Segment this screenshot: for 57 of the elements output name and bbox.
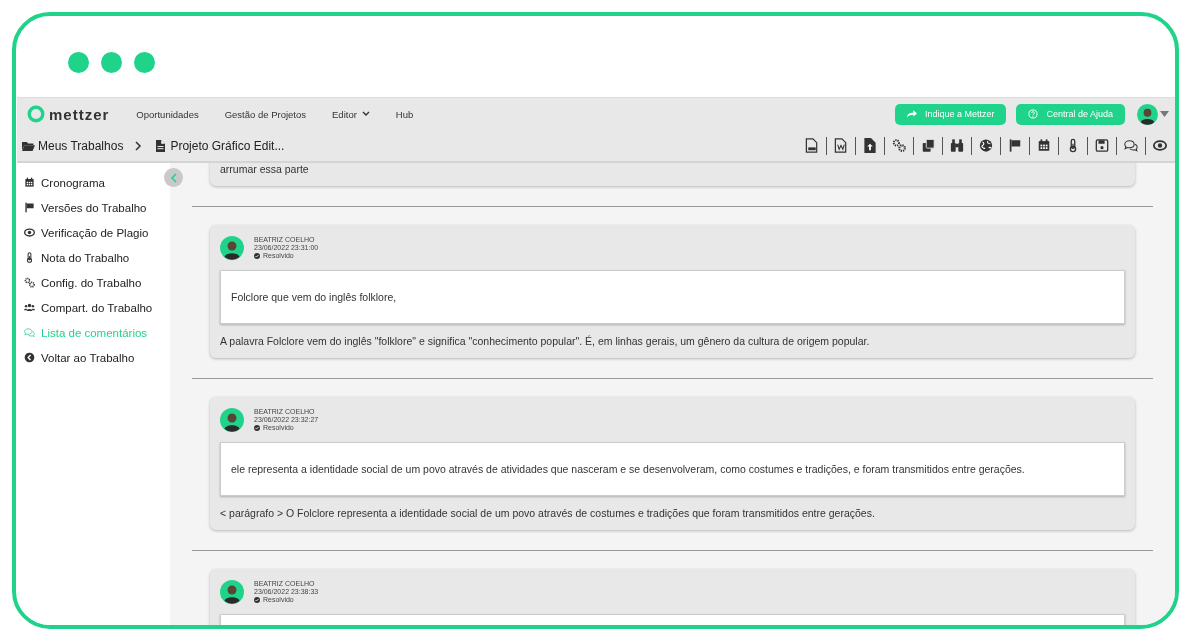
chevron-right-icon — [135, 140, 143, 151]
sidebar-item[interactable]: Cronograma — [24, 170, 105, 195]
sidebar-item[interactable]: Config. do Trabalho — [24, 270, 142, 295]
nav-link[interactable]: Hub — [395, 108, 414, 120]
sidebar-item[interactable]: Voltar ao Trabalho — [24, 345, 135, 370]
brand-name[interactable]: mettzer — [49, 105, 110, 123]
binoculars-icon[interactable] — [950, 138, 964, 153]
sidebar-item[interactable]: Verificação de Plagio — [24, 220, 149, 245]
breadcrumb-link[interactable]: Meus Trabalhos — [22, 138, 124, 153]
check-circle-icon — [254, 597, 260, 603]
sidebar-item[interactable]: Compart. do Trabalho — [24, 295, 153, 320]
caret-down-icon[interactable] — [1160, 111, 1169, 117]
comments-icon — [24, 327, 35, 338]
globe-icon[interactable] — [979, 138, 993, 153]
file-icon — [154, 139, 168, 152]
window-dot[interactable] — [68, 52, 89, 73]
eye-icon[interactable] — [1153, 138, 1167, 153]
back-icon — [24, 352, 35, 363]
check-circle-icon — [254, 253, 260, 259]
users-icon — [24, 302, 35, 313]
comment-text: A palavra Folclore vem do inglês "folklore" e significa "conhecimento popular". É, em linhas gerais, um gênero da cultura de origem popular. — [220, 335, 871, 348]
check-circle-icon — [254, 425, 260, 431]
gears-icon[interactable] — [892, 138, 906, 153]
pdf-file-icon[interactable] — [805, 138, 819, 153]
author-avatar — [220, 408, 244, 432]
window-dot[interactable] — [101, 52, 122, 73]
quoted-text-box: ele representa a identidade social de um povo através de atividades que nasceram e se desenvolveram, como costumes e tradições, e foram transmitidos entre gerações. — [220, 442, 1125, 496]
copy-icon[interactable] — [921, 138, 935, 153]
calendar-icon — [24, 177, 35, 188]
thermometer-icon — [24, 252, 35, 263]
eye-icon — [24, 227, 35, 238]
sidebar-item[interactable]: Versões do Trabalho — [24, 195, 147, 220]
save-icon[interactable] — [1095, 138, 1109, 153]
nav-link[interactable]: Editor — [332, 108, 370, 120]
comment-text: arrumar essa parte — [220, 163, 310, 176]
breadcrumb-link[interactable]: Projeto Gráfico Edit... — [154, 138, 285, 153]
gears-icon — [24, 277, 35, 288]
quoted-text-box: Folclore que vem do inglês folklore, — [220, 270, 1125, 324]
word-file-icon[interactable] — [834, 138, 848, 153]
nav-link[interactable]: Gestão de Projetos — [224, 108, 306, 120]
comment-text: < parágrafo > O Folclore representa a identidade social de um povo através de costumes e tradições que foram transmitidos entre gerações. — [220, 507, 876, 520]
window-dot[interactable] — [134, 52, 155, 73]
flag-icon — [24, 202, 35, 213]
nav-link[interactable]: Oportunidades — [136, 108, 199, 120]
chevron-left-icon — [170, 172, 177, 183]
logo-ring-icon — [27, 105, 45, 123]
help-icon — [1028, 109, 1039, 119]
calendar-icon[interactable] — [1037, 138, 1051, 153]
comments-icon[interactable] — [1124, 138, 1138, 153]
author-avatar — [220, 580, 244, 604]
user-avatar — [1137, 103, 1158, 125]
share-arrow-icon — [906, 109, 917, 119]
folder-icon — [22, 139, 35, 152]
file-upload-icon[interactable] — [863, 138, 877, 153]
flag-icon[interactable] — [1008, 138, 1022, 153]
sidebar-item[interactable]: Nota do Trabalho — [24, 245, 130, 270]
author-avatar — [220, 236, 244, 260]
